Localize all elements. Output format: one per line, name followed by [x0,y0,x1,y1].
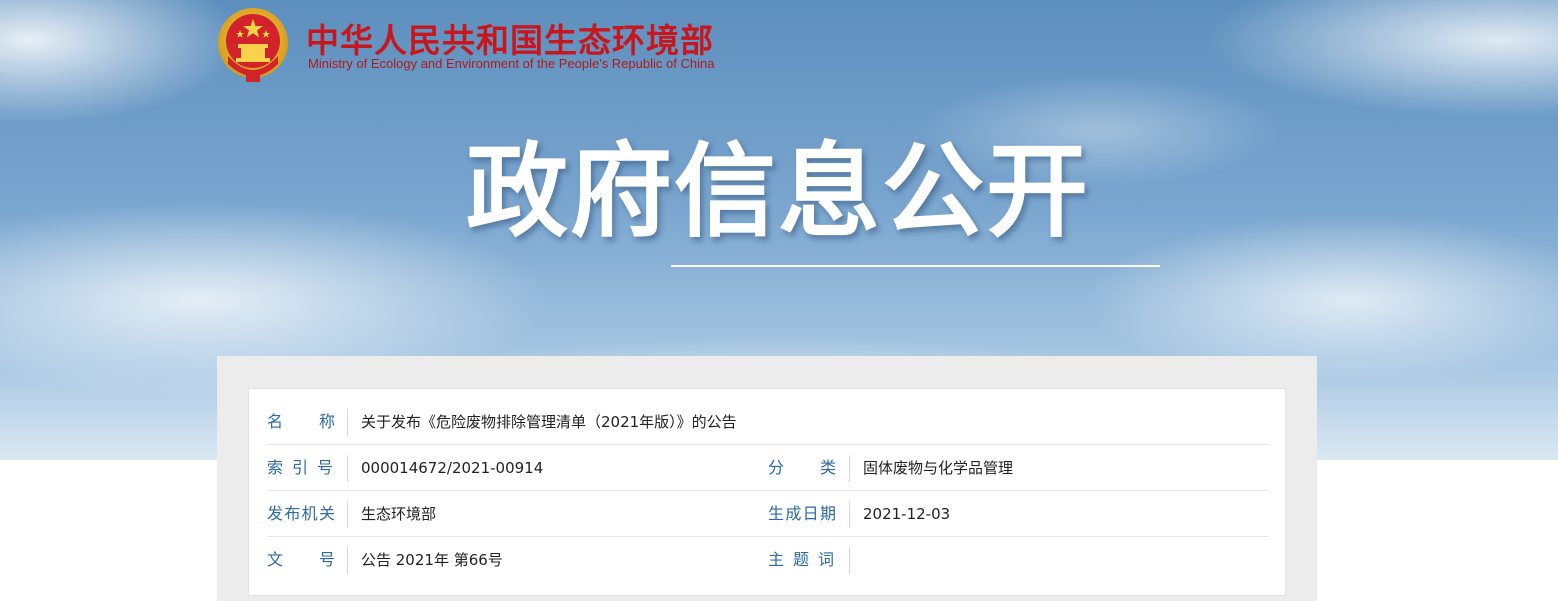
headline-divider [671,265,1160,267]
docno-value: 公告 2021年 第66号 [361,551,503,569]
row-separator [849,501,850,528]
index-label: 索 引 号 [267,458,333,477]
info-row-issuer: 发布机关 生态环境部 生成日期 2021-12-03 [267,491,1269,537]
national-emblem-icon[interactable] [216,6,290,86]
ministry-name-en[interactable]: Ministry of Ecology and Environment of t… [308,56,714,71]
row-separator [347,547,348,574]
date-label: 生成日期 [768,504,836,523]
category-value: 固体废物与化学品管理 [863,459,1014,477]
ministry-name-cn[interactable]: 中华人民共和国生态环境部 [306,14,714,62]
info-panel: 名 称 关于发布《危险废物排除管理清单（2021年版）》的公告 索 引 号 00… [248,388,1286,596]
info-row-docno: 文 号 公告 2021年 第66号 主 题 词 [267,537,1269,583]
page-headline: 政府信息公开 [466,133,1090,252]
category-label: 分 类 [768,458,836,477]
date-value: 2021-12-03 [863,505,951,523]
info-row-index: 索 引 号 000014672/2021-00914 分 类 固体废物与化学品管… [267,445,1269,491]
row-separator [347,409,348,436]
info-row-name: 名 称 关于发布《危险废物排除管理清单（2021年版）》的公告 [267,399,1269,445]
row-separator [347,455,348,482]
docno-label: 文 号 [267,550,335,569]
issuer-value: 生态环境部 [361,505,437,523]
issuer-label: 发布机关 [267,504,335,523]
row-separator [849,547,850,574]
row-separator [849,455,850,482]
subject-label: 主 题 词 [768,550,834,569]
row-separator [347,501,348,528]
index-value: 000014672/2021-00914 [361,459,544,477]
name-label: 名 称 [267,412,335,431]
name-value: 关于发布《危险废物排除管理清单（2021年版）》的公告 [361,413,737,431]
